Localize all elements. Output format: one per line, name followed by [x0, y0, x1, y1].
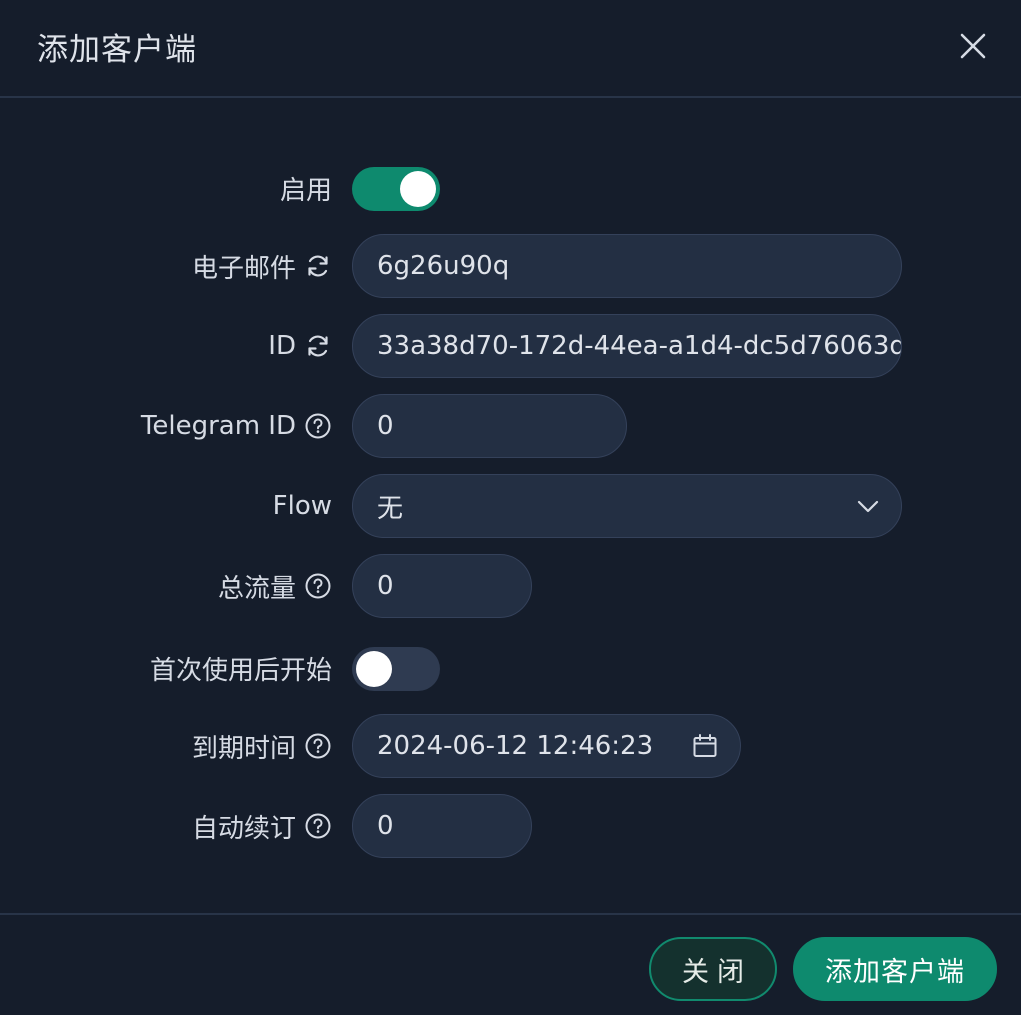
auto-renew-label: 自动续订 [192, 794, 332, 858]
help-icon[interactable] [304, 732, 332, 760]
start-after-first-use-switch[interactable] [352, 647, 440, 691]
flow-value: 无 [377, 493, 404, 524]
close-icon[interactable] [953, 26, 993, 66]
enable-label: 启用 [280, 156, 332, 220]
id-label-text: ID [268, 331, 296, 361]
help-icon[interactable] [304, 412, 332, 440]
total-traffic-value: 0 [377, 571, 394, 601]
form-row-enable: 启用 [0, 156, 1021, 220]
form-row-telegram-id: Telegram ID 0 [0, 394, 1021, 458]
expiry-time-picker[interactable]: 2024-06-12 12:46:23 [352, 714, 741, 778]
form-row-email: 电子邮件 6g26u90q [0, 234, 1021, 298]
refresh-icon[interactable] [304, 252, 332, 280]
email-label: 电子邮件 [192, 234, 332, 298]
email-value: 6g26u90q [377, 251, 510, 281]
help-icon[interactable] [304, 812, 332, 840]
form-row-auto-renew: 自动续订 0 [0, 794, 1021, 858]
enable-switch-knob [400, 171, 436, 207]
add-client-dialog: 添加客户端 启用 电子邮件 6g26u90q ID 33a38d70-172d-… [0, 0, 1021, 1015]
form-row-start-after-first-use: 首次使用后开始 [0, 636, 1021, 700]
id-field[interactable]: 33a38d70-172d-44ea-a1d4-dc5d76063d [352, 314, 902, 378]
calendar-icon[interactable] [690, 731, 720, 761]
form-row-id: ID 33a38d70-172d-44ea-a1d4-dc5d76063d [0, 314, 1021, 378]
form-row-total-traffic: 总流量 0 [0, 554, 1021, 618]
chevron-down-icon [853, 491, 883, 521]
form-row-flow: Flow 无 [0, 474, 1021, 538]
auto-renew-field[interactable]: 0 [352, 794, 532, 858]
telegram-id-label-text: Telegram ID [140, 411, 296, 441]
refresh-icon[interactable] [304, 332, 332, 360]
total-traffic-label-text: 总流量 [217, 573, 296, 604]
total-traffic-field[interactable]: 0 [352, 554, 532, 618]
form-row-expiry-time: 到期时间 2024-06-12 12:46:23 [0, 714, 1021, 778]
auto-renew-label-text: 自动续订 [191, 813, 296, 844]
start-after-first-use-switch-knob [356, 651, 392, 687]
id-label: ID [268, 314, 332, 378]
flow-label: Flow [273, 474, 332, 538]
expiry-time-label-text: 到期时间 [191, 733, 296, 764]
id-value: 33a38d70-172d-44ea-a1d4-dc5d76063d [377, 331, 901, 361]
help-icon[interactable] [304, 572, 332, 600]
total-traffic-label: 总流量 [218, 554, 332, 618]
flow-select[interactable]: 无 [352, 474, 902, 538]
enable-switch[interactable] [352, 167, 440, 211]
start-after-first-use-label-text: 首次使用后开始 [149, 655, 332, 686]
start-after-first-use-label: 首次使用后开始 [150, 636, 332, 700]
auto-renew-value: 0 [377, 811, 394, 841]
flow-label-text: Flow [272, 491, 332, 521]
dialog-title: 添加客户端 [37, 32, 197, 68]
close-button[interactable]: 关闭 [649, 937, 777, 1001]
expiry-time-label: 到期时间 [192, 714, 332, 778]
dialog-header: 添加客户端 [0, 0, 1021, 98]
enable-label-text: 启用 [279, 175, 332, 206]
add-client-button[interactable]: 添加客户端 [793, 937, 997, 1001]
telegram-id-field[interactable]: 0 [352, 394, 627, 458]
expiry-time-value: 2024-06-12 12:46:23 [377, 731, 654, 761]
telegram-id-label: Telegram ID [141, 394, 332, 458]
dialog-footer: 关闭 添加客户端 [0, 913, 1021, 1015]
telegram-id-value: 0 [377, 411, 394, 441]
email-field[interactable]: 6g26u90q [352, 234, 902, 298]
email-label-text: 电子邮件 [191, 253, 296, 284]
